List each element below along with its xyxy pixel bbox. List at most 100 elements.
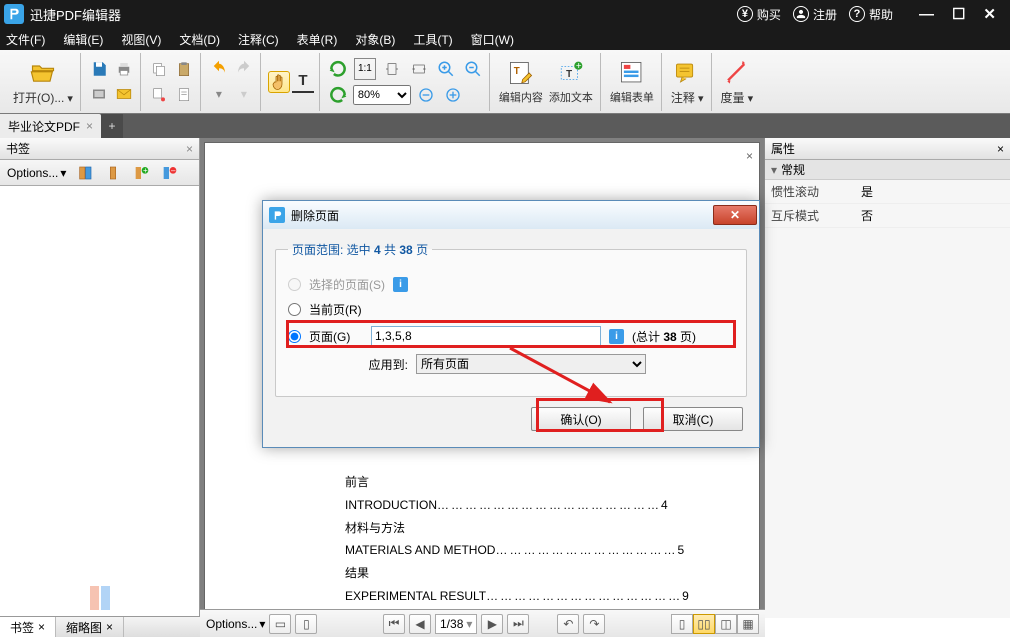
menu-tool[interactable]: 工具(T) [413, 31, 452, 48]
apply-to-select[interactable]: 所有页面 [416, 354, 646, 374]
tab-thumbnails[interactable]: 缩略图 × [56, 617, 124, 637]
single-page-view[interactable]: ▯ [671, 614, 693, 634]
redo-button[interactable] [233, 58, 255, 80]
annotate-button[interactable]: 注释 ▾ [668, 58, 707, 106]
help-link[interactable]: ? 帮助 [849, 6, 893, 23]
buy-link[interactable]: ¥ 购买 [737, 6, 781, 23]
rotate-ccw-button[interactable] [327, 58, 349, 80]
scan-button[interactable] [88, 83, 110, 105]
radio-pages[interactable] [288, 330, 301, 343]
undo-dropdown[interactable]: ▾ [208, 83, 230, 105]
menu-file[interactable]: 文件(F) [6, 31, 45, 48]
register-link[interactable]: 注册 [793, 6, 837, 23]
paste-button[interactable] [173, 58, 195, 80]
dialog-close-button[interactable]: ✕ [713, 205, 757, 225]
thumb-size-down[interactable]: ▭ [269, 614, 291, 634]
nav-back-button[interactable]: ↶ [557, 614, 579, 634]
radio-current-page[interactable] [288, 303, 301, 316]
add-bookmark-icon[interactable]: + [130, 162, 152, 184]
minimize-button[interactable]: — [919, 5, 934, 23]
document-tab[interactable]: 毕业论文PDF × [0, 114, 101, 138]
ok-button[interactable]: 确认(O) [531, 407, 631, 431]
measure-label: 度量 [721, 91, 745, 105]
collapse-bookmarks-icon[interactable] [102, 162, 124, 184]
add-tab-button[interactable]: + [101, 114, 123, 138]
menu-document[interactable]: 文档(D) [179, 31, 220, 48]
delete-pages-dialog: 删除页面 ✕ 页面范围: 选中 4 共 38 页 选择的页面(S) i 当前页(… [262, 200, 760, 448]
bookmark-watermark-icon [88, 584, 112, 612]
expand-bookmarks-icon[interactable] [74, 162, 96, 184]
viewport-close-icon[interactable]: × [746, 149, 753, 163]
save-button[interactable] [88, 58, 110, 80]
clipboard-list-button[interactable] [173, 83, 195, 105]
next-page-button[interactable]: ▶ [481, 614, 503, 634]
info-icon[interactable]: i [393, 277, 408, 292]
zoom-in-button[interactable] [442, 84, 464, 106]
menu-view[interactable]: 视图(V) [121, 31, 161, 48]
prop-value[interactable]: 否 [855, 204, 1010, 227]
statusbar: Options... ▾ ▭ ▯ ⏮ ◀ 1 / 38 ▾ ▶ ⏭ ↶ ↷ ▯ … [200, 609, 765, 637]
continuous-view[interactable]: ▯▯ [693, 614, 715, 634]
zoom-out-icon[interactable] [462, 58, 484, 80]
maximize-button[interactable]: ☐ [952, 5, 965, 23]
last-page-button[interactable]: ⏭ [507, 614, 529, 634]
app-icon [4, 4, 24, 24]
page-indicator[interactable]: 1 / 38 ▾ [435, 614, 477, 634]
continuous-facing-view[interactable]: ▦ [737, 614, 759, 634]
text-select-tool[interactable]: T [292, 71, 314, 93]
facing-view[interactable]: ◫ [715, 614, 737, 634]
bookmarks-options-button[interactable]: Options...▾ [4, 165, 69, 181]
radio-selected-pages [288, 278, 301, 291]
print-button[interactable] [113, 58, 135, 80]
status-options[interactable]: Options... ▾ [206, 617, 265, 631]
bookmarks-options-label: Options... [7, 166, 58, 180]
zoom-in-icon[interactable] [435, 58, 457, 80]
annotate-icon [672, 58, 702, 88]
nav-forward-button[interactable]: ↷ [583, 614, 605, 634]
menu-object[interactable]: 对象(B) [355, 31, 395, 48]
rotate-cw-button[interactable] [327, 84, 349, 106]
cancel-button[interactable]: 取消(C) [643, 407, 743, 431]
total-pages: 38 [450, 617, 463, 631]
fit-page-button[interactable] [381, 58, 403, 80]
menu-form[interactable]: 表单(R) [297, 31, 338, 48]
menu-window[interactable]: 窗口(W) [471, 31, 514, 48]
bookmarks-title: 书签 [6, 140, 30, 157]
edit-form-button[interactable]: 编辑表单 [607, 58, 657, 105]
cut-button[interactable] [148, 83, 170, 105]
actual-size-button[interactable]: 1:1 [354, 58, 376, 80]
open-button[interactable]: 打开(O)... ▾ [10, 58, 76, 106]
close-icon[interactable]: × [38, 620, 45, 634]
bookmarks-close-icon[interactable]: × [186, 142, 193, 156]
zoom-select[interactable]: 80% [353, 85, 411, 105]
menu-edit[interactable]: 编辑(E) [63, 31, 103, 48]
copy-button[interactable] [148, 58, 170, 80]
zoom-out-button[interactable] [415, 84, 437, 106]
close-tab-icon[interactable]: × [86, 119, 93, 133]
tab-bookmarks[interactable]: 书签 × [0, 617, 56, 637]
properties-section[interactable]: ▾ 常规 [765, 160, 1010, 180]
close-button[interactable]: ✕ [983, 5, 996, 23]
doc-line: 材料与方法 [345, 517, 405, 540]
properties-close-icon[interactable]: × [997, 142, 1004, 156]
menu-comment[interactable]: 注释(C) [238, 31, 279, 48]
info-icon[interactable]: i [609, 329, 624, 344]
email-button[interactable] [113, 83, 135, 105]
fit-width-button[interactable] [408, 58, 430, 80]
delete-bookmark-icon[interactable]: – [158, 162, 180, 184]
doc-page-num: 5 [677, 539, 684, 562]
close-icon[interactable]: × [106, 620, 113, 634]
svg-text:+: + [576, 61, 582, 72]
pages-input[interactable] [371, 326, 601, 346]
prop-value[interactable]: 是 [855, 180, 1010, 203]
edit-content-button[interactable]: T 编辑内容 [496, 58, 546, 105]
add-text-button[interactable]: T+ 添加文本 [546, 58, 596, 105]
thumb-size-up[interactable]: ▯ [295, 614, 317, 634]
redo-dropdown[interactable]: ▾ [233, 83, 255, 105]
first-page-button[interactable]: ⏮ [383, 614, 405, 634]
measure-button[interactable]: 度量 ▾ [718, 58, 757, 106]
hand-tool-button[interactable] [268, 71, 290, 93]
total-pages-text: (总计 38 页) [632, 328, 696, 345]
prev-page-button[interactable]: ◀ [409, 614, 431, 634]
undo-button[interactable] [208, 58, 230, 80]
